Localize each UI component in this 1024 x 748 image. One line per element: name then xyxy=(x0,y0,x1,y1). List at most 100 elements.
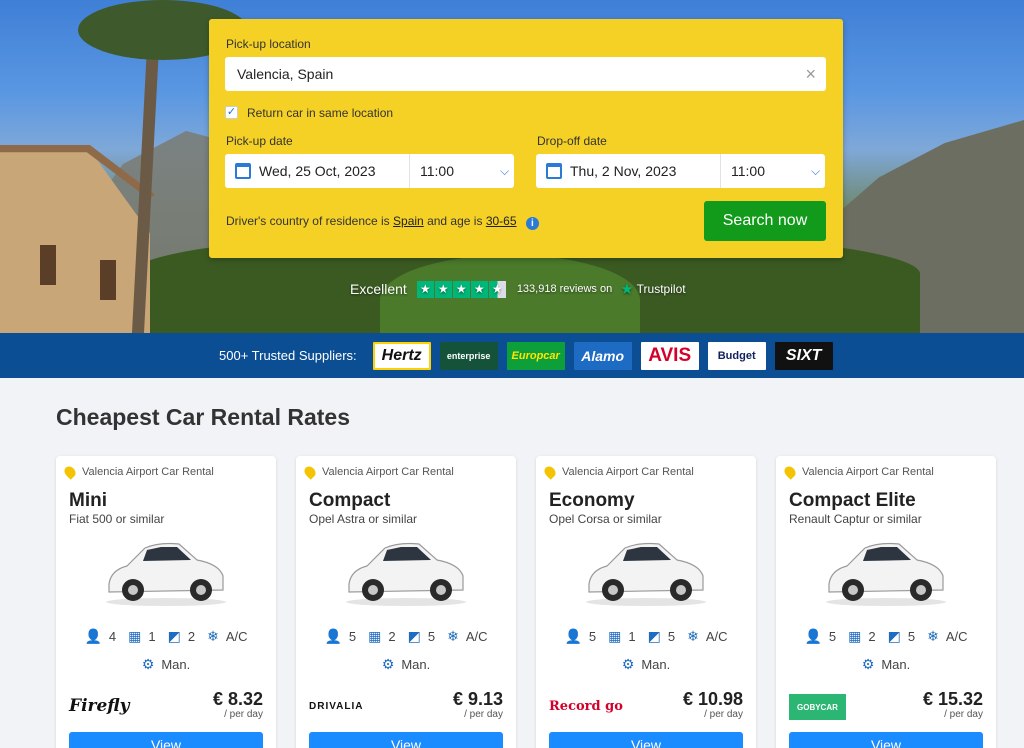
card-location-text: Valencia Airport Car Rental xyxy=(802,466,934,478)
sixt-logo: SIXT xyxy=(774,341,833,370)
pickup-location-value: Valencia, Spain xyxy=(237,66,334,82)
dropoff-time-value[interactable]: 11:00 xyxy=(731,163,811,179)
seats-count: 5 xyxy=(348,629,357,644)
location-pin-icon xyxy=(542,464,558,480)
price-amount: € 15.32 xyxy=(922,689,983,709)
transmission-spec: ⚙ Man. xyxy=(776,656,996,673)
seats-count: 5 xyxy=(828,629,837,644)
star-icon: ★ xyxy=(452,280,470,298)
location-pin-icon xyxy=(302,464,318,480)
card-location: Valencia Airport Car Rental xyxy=(542,464,694,480)
search-now-button[interactable]: Search now xyxy=(704,201,826,241)
pickup-date-value[interactable]: Wed, 25 Oct, 2023 xyxy=(259,163,409,179)
person-icon: 👤 xyxy=(84,628,102,644)
star-icon: ★ xyxy=(416,280,434,298)
calendar-icon xyxy=(235,163,251,179)
bags-count: 2 xyxy=(388,629,396,644)
bags-spec: ▦ 1 xyxy=(128,628,155,645)
snowflake-icon: ❄ xyxy=(207,628,219,644)
doors-spec: ◩ 5 xyxy=(888,628,915,645)
car-image xyxy=(586,542,706,606)
dropoff-date-value[interactable]: Thu, 2 Nov, 2023 xyxy=(570,163,720,179)
supplier-logo: Firefly xyxy=(69,696,130,716)
price-block: € 9.13 / per day xyxy=(453,689,503,720)
calendar-icon xyxy=(546,163,562,179)
card-location: Valencia Airport Car Rental xyxy=(782,464,934,480)
car-image xyxy=(346,542,466,606)
alamo-logo: Alamo xyxy=(573,341,632,370)
price-period: / per day xyxy=(224,709,263,720)
ac-spec: ❄ A/C xyxy=(447,628,487,645)
supplier-logo: DRIVALIA xyxy=(309,700,364,712)
seats-spec: 👤 5 xyxy=(564,628,596,645)
transmission-spec: ⚙ Man. xyxy=(296,656,516,673)
transmission-spec: ⚙ Man. xyxy=(56,656,276,673)
dropoff-date-field[interactable]: Thu, 2 Nov, 2023 11:00 ⌵ xyxy=(536,154,825,188)
gearshift-icon: ⚙ xyxy=(621,656,635,672)
car-card[interactable]: Valencia Airport Car Rental Compact Opel… xyxy=(296,456,516,748)
view-button[interactable]: View xyxy=(309,732,503,748)
pickup-date-field[interactable]: Wed, 25 Oct, 2023 11:00 ⌵ xyxy=(225,154,514,188)
pickup-time-value[interactable]: 11:00 xyxy=(420,163,500,179)
rating-label: Excellent xyxy=(350,281,407,297)
car-image xyxy=(106,542,226,606)
info-icon[interactable]: i xyxy=(525,217,539,230)
luggage-icon: ▦ xyxy=(128,628,142,644)
price-block: € 15.32 / per day xyxy=(923,689,983,720)
transmission-label: Man. xyxy=(401,657,431,672)
car-specs: 👤 5 ▦ 1 ◩ 5 ❄ A/C xyxy=(536,628,756,645)
car-model: Renault Captur or similar xyxy=(789,512,922,526)
view-button[interactable]: View xyxy=(549,732,743,748)
pickup-location-input[interactable]: Valencia, Spain × xyxy=(225,57,826,91)
doors-count: 5 xyxy=(907,629,916,644)
ac-spec: ❄ A/C xyxy=(687,628,727,645)
car-card[interactable]: Valencia Airport Car Rental Mini Fiat 50… xyxy=(56,456,276,748)
dropoff-date-label: Drop-off date xyxy=(537,134,607,148)
section-title: Cheapest Car Rental Rates xyxy=(56,404,350,430)
door-icon: ◩ xyxy=(887,628,901,644)
trustpilot-rating[interactable]: Excellent ★ ★ ★ ★ ★ 133,918 reviews on ★… xyxy=(350,280,686,298)
ac-label: A/C xyxy=(465,629,488,644)
price-amount: € 10.98 xyxy=(682,689,743,709)
gearshift-icon: ⚙ xyxy=(141,656,155,672)
price-block: € 10.98 / per day xyxy=(683,689,743,720)
chevron-down-icon[interactable]: ⌵ xyxy=(811,164,820,179)
car-card[interactable]: Valencia Airport Car Rental Compact Elit… xyxy=(776,456,996,748)
luggage-icon: ▦ xyxy=(608,628,622,644)
view-button[interactable]: View xyxy=(789,732,983,748)
doors-count: 5 xyxy=(667,629,676,644)
rating-stars: ★ ★ ★ ★ ★ xyxy=(416,280,507,298)
residence-mid: and age is xyxy=(427,214,483,228)
enterprise-logo: enterprise xyxy=(439,341,498,370)
door-icon: ◩ xyxy=(167,628,181,644)
door-icon: ◩ xyxy=(647,628,661,644)
residence-country-link[interactable]: Spain xyxy=(393,214,424,228)
seats-count: 4 xyxy=(108,629,117,644)
door-icon: ◩ xyxy=(407,628,421,644)
bags-spec: ▦ 1 xyxy=(608,628,635,645)
clear-icon[interactable]: × xyxy=(805,65,816,83)
view-button[interactable]: View xyxy=(69,732,263,748)
search-panel: Pick-up location Valencia, Spain × ✓ Ret… xyxy=(209,19,843,258)
residence-age-link[interactable]: 30-65 xyxy=(486,214,517,228)
doors-count: 5 xyxy=(427,629,436,644)
ac-label: A/C xyxy=(225,629,248,644)
seats-spec: 👤 5 xyxy=(804,628,836,645)
bags-count: 1 xyxy=(628,629,636,644)
gearshift-icon: ⚙ xyxy=(861,656,875,672)
car-class: Compact Elite xyxy=(789,490,916,511)
budget-logo: Budget xyxy=(707,341,766,370)
car-card[interactable]: Valencia Airport Car Rental Economy Opel… xyxy=(536,456,756,748)
star-icon: ★ xyxy=(470,280,488,298)
transmission-spec: ⚙ Man. xyxy=(536,656,756,673)
price-amount: € 8.32 xyxy=(212,689,263,709)
card-location: Valencia Airport Car Rental xyxy=(302,464,454,480)
suppliers-label: 500+ Trusted Suppliers: xyxy=(219,348,357,363)
price-period: / per day xyxy=(944,709,983,720)
chevron-down-icon[interactable]: ⌵ xyxy=(500,164,509,179)
car-class: Compact xyxy=(309,490,391,511)
car-specs: 👤 5 ▦ 2 ◩ 5 ❄ A/C xyxy=(296,628,516,645)
return-same-location-checkbox[interactable]: ✓ xyxy=(225,106,238,119)
car-image xyxy=(826,542,946,606)
car-model: Opel Corsa or similar xyxy=(549,512,662,526)
